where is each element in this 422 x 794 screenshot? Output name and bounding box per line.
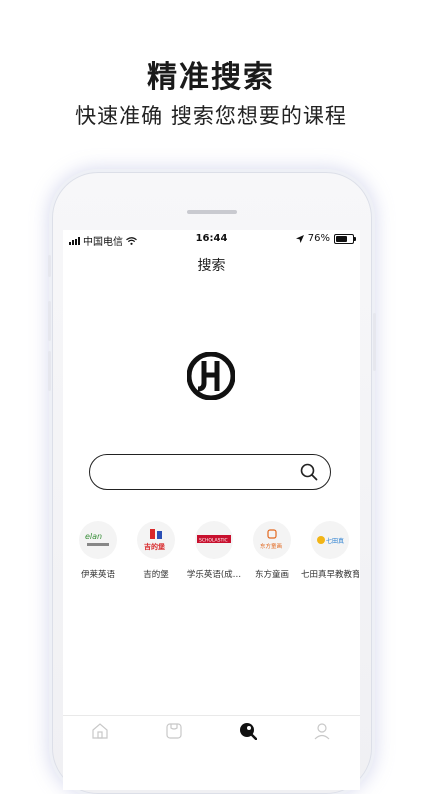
search-icon[interactable] — [300, 463, 318, 481]
phone-frame: 中国电信 16:44 76% 搜索 elan 伊莱英语 吉的堡 吉的堡 SCHO… — [48, 172, 376, 794]
phone-mute-switch — [48, 255, 51, 277]
svg-text:吉的堡: 吉的堡 — [144, 542, 166, 551]
app-screen: 中国电信 16:44 76% 搜索 elan 伊莱英语 吉的堡 吉的堡 SCHO… — [63, 230, 360, 790]
institution-logo-shichida: 七田真 — [311, 521, 349, 559]
svg-text:东方童画: 东方童画 — [260, 542, 282, 550]
institution-item[interactable]: 七田真 七田真早教教育 — [301, 521, 359, 580]
location-arrow-icon — [295, 234, 304, 243]
institution-logo-elan: elan — [79, 521, 117, 559]
battery-percent: 76% — [307, 233, 330, 244]
search-icon[interactable] — [239, 722, 257, 740]
institution-item[interactable]: elan 伊莱英语 — [69, 521, 127, 580]
status-bar: 中国电信 16:44 76% — [63, 230, 360, 248]
institution-name: 东方童画 — [254, 570, 289, 580]
svg-text:SCHOLASTIC: SCHOLASTIC — [199, 538, 228, 544]
institution-name: 吉的堡 — [143, 570, 169, 580]
tab-bar — [63, 715, 360, 790]
promo-subline: 快速准确 搜索您想要的课程 — [75, 104, 347, 128]
institution-name: 七田真早教教育 — [301, 570, 359, 580]
institution-name: 学乐英语(成… — [186, 570, 242, 580]
svg-text:elan: elan — [85, 532, 102, 541]
institution-item[interactable]: 吉的堡 吉的堡 — [127, 521, 185, 580]
institution-item[interactable]: 东方童画 东方童画 — [243, 521, 301, 580]
institution-logo-kid-castle: 吉的堡 — [137, 521, 175, 559]
jh-monogram-logo — [187, 352, 235, 400]
battery-icon — [334, 233, 356, 244]
search-input[interactable] — [89, 454, 331, 490]
home-icon[interactable] — [91, 722, 109, 740]
institution-logo-dongfang: 东方童画 — [253, 521, 291, 559]
phone-volume-up — [48, 301, 51, 341]
phone-volume-down — [48, 351, 51, 391]
institution-list: elan 伊莱英语 吉的堡 吉的堡 SCHOLASTIC 学乐英语(成… 东方童… — [69, 521, 360, 580]
phone-power-button — [373, 313, 376, 371]
page-title: 搜索 — [197, 258, 226, 274]
user-icon[interactable] — [313, 722, 331, 740]
promo-headline: 精准搜索 — [147, 60, 275, 95]
institution-logo-scholastic: SCHOLASTIC — [195, 521, 233, 559]
phone-speaker — [187, 210, 237, 214]
book-icon[interactable] — [165, 722, 183, 740]
svg-text:七田真: 七田真 — [326, 537, 344, 545]
institution-name: 伊莱英语 — [80, 570, 115, 580]
institution-item[interactable]: SCHOLASTIC 学乐英语(成… — [185, 521, 243, 580]
